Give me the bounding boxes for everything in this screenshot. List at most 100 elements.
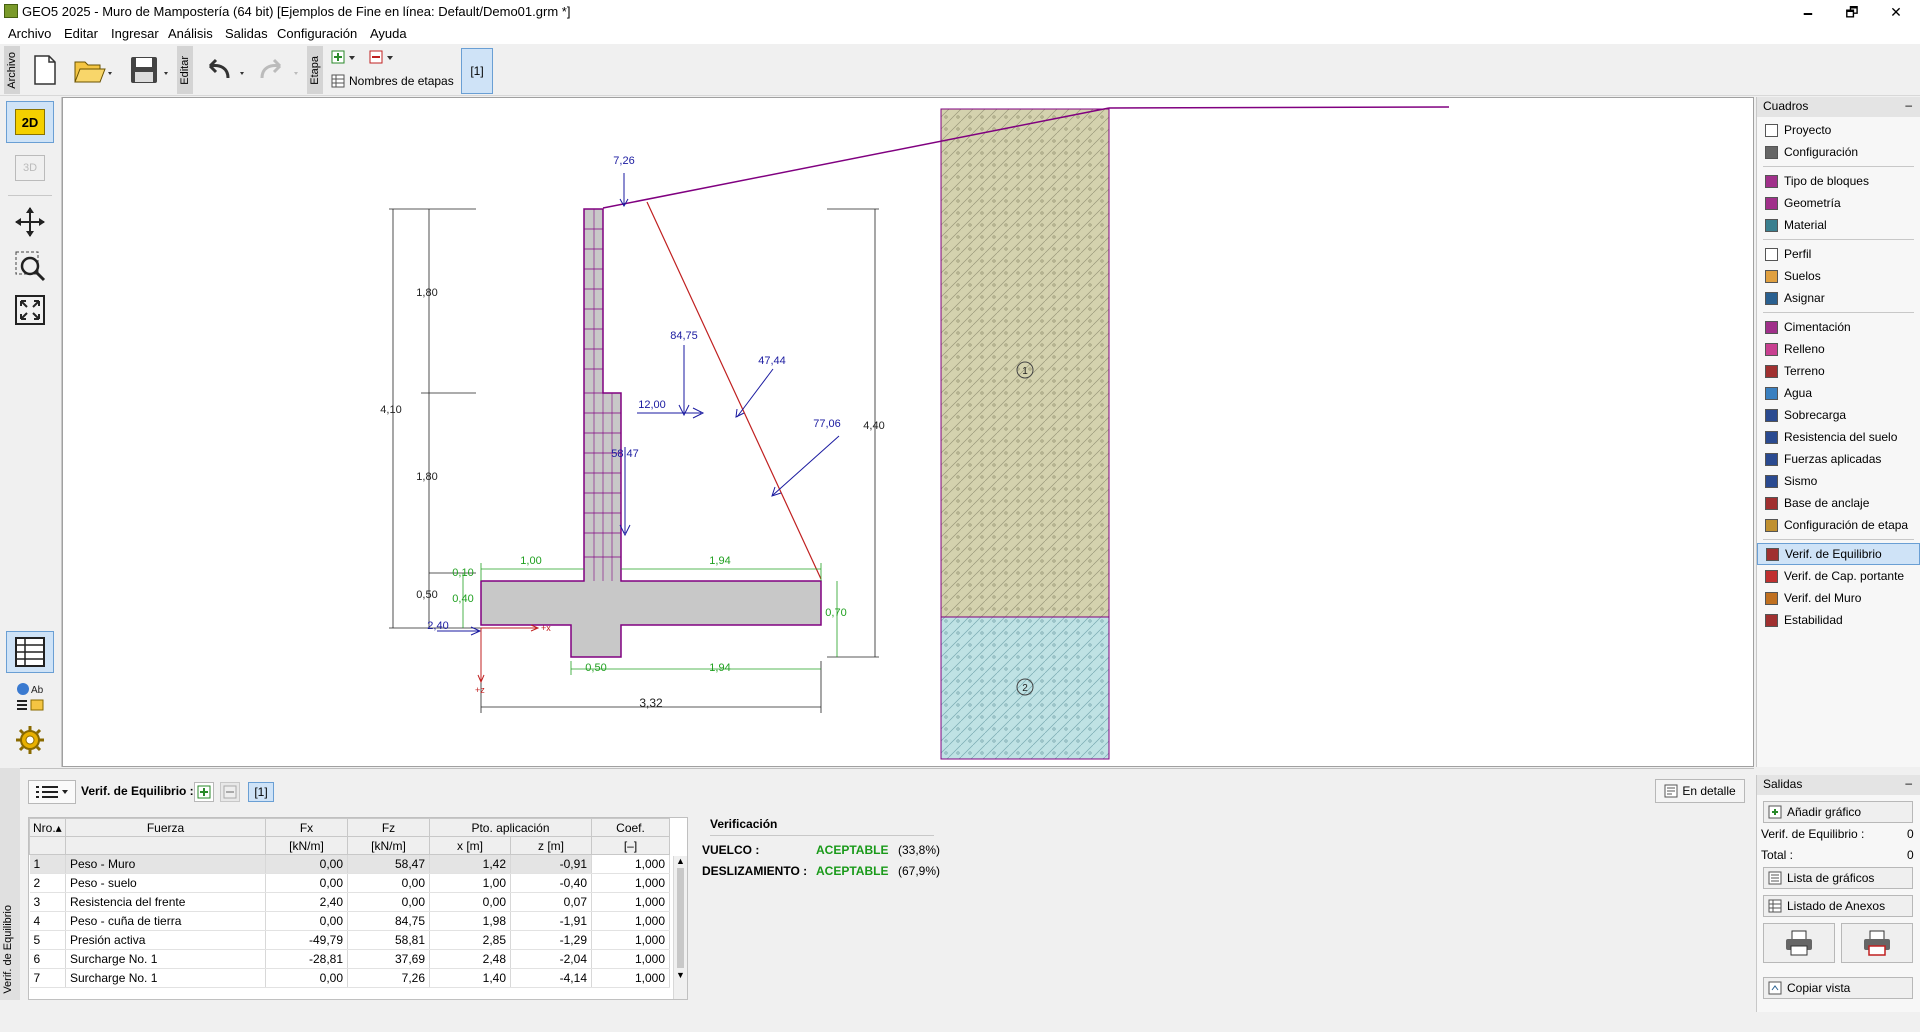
frame-item-label: Sismo (1784, 474, 1818, 488)
open-file-button[interactable] (70, 52, 118, 88)
drawing-canvas[interactable]: 1 2 7,26 84,75 47,44 12,00 77,06 58,47 2… (62, 97, 1754, 767)
maximize-button[interactable]: 🗗 (1832, 2, 1872, 22)
collapse-icon[interactable]: – (1905, 776, 1912, 790)
frame-item-settings[interactable]: Configuración (1757, 141, 1920, 163)
frame-item-assign[interactable]: Asignar (1757, 287, 1920, 309)
frame-item-backfill[interactable]: Relleno (1757, 338, 1920, 360)
minimize-button[interactable]: 🗕 (1788, 2, 1828, 22)
frame-item-equilibrium[interactable]: Verif. de Equilibrio (1757, 543, 1920, 565)
annex-list-button[interactable]: Listado de Anexos (1763, 895, 1913, 917)
frame-item-stability[interactable]: Estabilidad (1757, 609, 1920, 631)
frame-item-wall-check[interactable]: Verif. del Muro (1757, 587, 1920, 609)
cell-coef[interactable]: 1,000 (591, 873, 670, 893)
table-view-button[interactable] (6, 631, 54, 673)
archivo-tab[interactable]: Archivo (4, 46, 20, 94)
col-nro[interactable]: Nro.▴ (29, 818, 66, 837)
graph-list-button[interactable]: Lista de gráficos (1763, 867, 1913, 889)
table-row[interactable]: 3 Resistencia del frente 2,40 0,00 0,00 0,07 1… (29, 892, 670, 912)
table-row[interactable]: 2 Peso - suelo 0,00 0,00 1,00 -0,40 1,000 (29, 873, 670, 893)
frame-item-surcharge[interactable]: Sobrecarga (1757, 404, 1920, 426)
cell-coef[interactable]: 1,000 (591, 854, 670, 874)
scroll-down-icon[interactable]: ▼ (674, 970, 687, 980)
cell-coef[interactable]: 1,000 (591, 968, 670, 988)
scroll-up-icon[interactable]: ▲ (674, 856, 687, 866)
cell-coef[interactable]: 1,000 (591, 949, 670, 969)
add-analysis-button[interactable] (194, 782, 214, 802)
cell-nro: 5 (29, 930, 66, 950)
frame-item-label: Relleno (1784, 342, 1825, 356)
col-fx[interactable]: Fx (265, 818, 348, 837)
stage-names-button[interactable]: Nombres de etapas (331, 74, 454, 88)
frame-item-stage-settings[interactable]: Configuración de etapa (1757, 514, 1920, 536)
frame-item-terrain[interactable]: Terreno (1757, 360, 1920, 382)
cell-coef[interactable]: 1,000 (591, 892, 670, 912)
frame-item-soil-resistance[interactable]: Resistencia del suelo (1757, 426, 1920, 448)
view-menu-button[interactable] (28, 780, 76, 804)
stage-1-button[interactable]: [1] (461, 48, 493, 94)
editar-tab[interactable]: Editar (177, 46, 193, 94)
copy-view-button[interactable]: Copiar vista (1763, 977, 1913, 999)
menu-ayuda[interactable]: Ayuda (370, 26, 407, 41)
col-coef[interactable]: Coef. (591, 818, 670, 837)
table-row[interactable]: 4 Peso - cuña de tierra 0,00 84,75 1,98 -1,91… (29, 911, 670, 931)
save-button[interactable] (126, 52, 174, 88)
scroll-thumb[interactable] (677, 868, 684, 968)
frame-item-soils[interactable]: Suelos (1757, 265, 1920, 287)
cell-coef[interactable]: 1,000 (591, 911, 670, 931)
menu-configuracion[interactable]: Configuración (277, 26, 357, 41)
menu-editar[interactable]: Editar (64, 26, 98, 41)
zoom-window-button[interactable] (6, 245, 54, 287)
print-button[interactable] (1763, 923, 1835, 963)
frames-panel: Cuadros – Proyecto Configuración Tipo de b… (1756, 97, 1920, 767)
collapse-icon[interactable]: – (1905, 98, 1912, 112)
frame-item-material[interactable]: Material (1757, 214, 1920, 236)
bottom-vertical-tab[interactable]: Verif. de Equilibrio (0, 768, 20, 1000)
view-3d-button[interactable]: 3D (6, 147, 54, 189)
col-fuerza[interactable]: Fuerza (65, 818, 266, 837)
redo-button[interactable] (254, 52, 304, 88)
close-button[interactable]: ✕ (1876, 2, 1916, 22)
style-icon: Ab (17, 683, 44, 711)
col-pto[interactable]: Pto. aplicación (429, 818, 592, 837)
cell-coef[interactable]: 1,000 (591, 930, 670, 950)
analysis-1-button[interactable]: [1] (248, 782, 274, 802)
etapa-tab[interactable]: Etapa (307, 46, 323, 94)
frame-item-project[interactable]: Proyecto (1757, 119, 1920, 141)
menu-analisis[interactable]: Análisis (168, 26, 213, 41)
col-fz[interactable]: Fz (347, 818, 430, 837)
frame-item-earthquake[interactable]: Sismo (1757, 470, 1920, 492)
frame-item-foundation[interactable]: Cimentación (1757, 316, 1920, 338)
frame-item-water[interactable]: Agua (1757, 382, 1920, 404)
remove-stage-button[interactable] (368, 49, 398, 65)
frame-item-profile[interactable]: Perfil (1757, 243, 1920, 265)
frame-item-anchor-base[interactable]: Base de anclaje (1757, 492, 1920, 514)
settings-button[interactable] (6, 719, 54, 761)
menu-salidas[interactable]: Salidas (225, 26, 268, 41)
wall-drawing[interactable]: 1 2 7,26 84,75 47,44 12,00 77,06 58,47 2… (63, 98, 1753, 766)
frame-item-geometry[interactable]: Geometría (1757, 192, 1920, 214)
zoom-extents-button[interactable] (6, 289, 54, 331)
menu-archivo[interactable]: Archivo (8, 26, 51, 41)
table-row[interactable]: 6 Surcharge No. 1 -28,81 37,69 2,48 -2,04 1,00… (29, 949, 670, 969)
table-scrollbar[interactable]: ▲ ▼ (673, 856, 687, 999)
view-2d-button[interactable]: 2D (6, 101, 54, 143)
table-row[interactable]: 1 Peso - Muro 0,00 58,47 1,42 -0,91 1,000 (29, 854, 670, 874)
style-settings-button[interactable]: Ab (6, 675, 54, 717)
frame-item-bearing-capacity[interactable]: Verif. de Cap. portante (1757, 565, 1920, 587)
remove-analysis-button[interactable] (220, 782, 240, 802)
frame-item-applied-forces[interactable]: Fuerzas aplicadas (1757, 448, 1920, 470)
print-preview-button[interactable] (1841, 923, 1913, 963)
table-row[interactable]: 5 Presión activa -49,79 58,81 2,85 -1,29 1,000 (29, 930, 670, 950)
divider (1763, 312, 1914, 313)
add-stage-button[interactable] (330, 49, 360, 65)
add-graph-button[interactable]: Añadir gráfico (1763, 801, 1913, 823)
svg-text:Ab: Ab (31, 685, 44, 696)
frame-item-block-type[interactable]: Tipo de bloques (1757, 170, 1920, 192)
pan-button[interactable] (6, 201, 54, 243)
undo-button[interactable] (200, 52, 250, 88)
annex-list-icon (1768, 899, 1782, 913)
new-file-button[interactable] (28, 52, 62, 88)
in-detail-button[interactable]: En detalle (1655, 779, 1745, 803)
menu-ingresar[interactable]: Ingresar (111, 26, 159, 41)
table-row[interactable]: 7 Surcharge No. 1 0,00 7,26 1,40 -4,14 1,000 (29, 968, 670, 988)
